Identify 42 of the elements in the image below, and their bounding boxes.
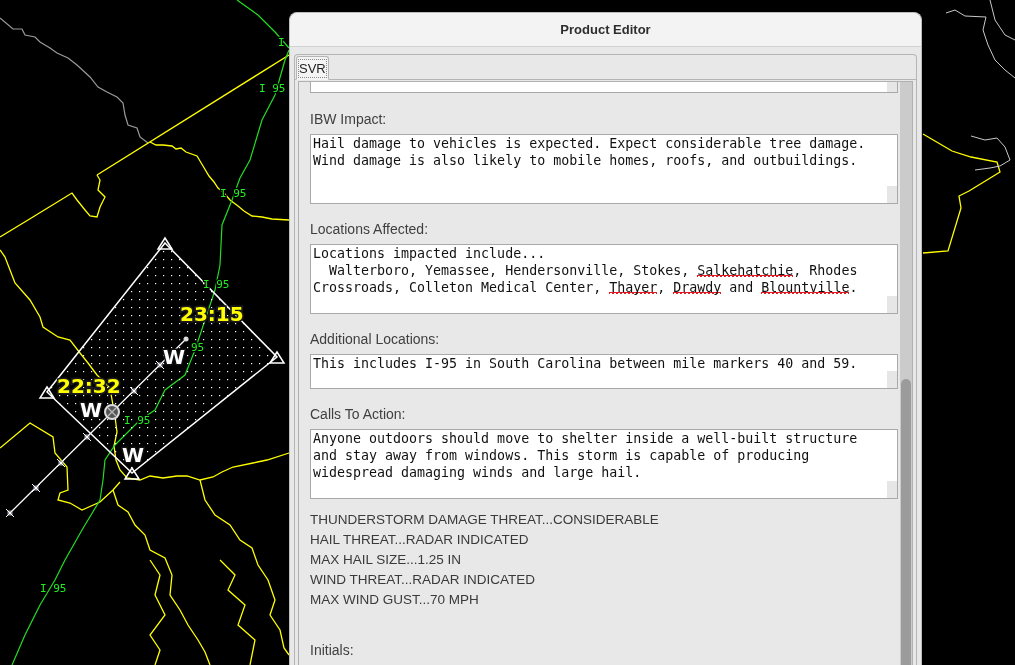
window-title: Product Editor [560,22,651,37]
track-marker-icon [5,508,15,518]
scrollbar-track[interactable] [900,82,912,665]
coastline [970,135,1011,171]
highway-label: I 95 [203,278,230,291]
vertex-handle-icon[interactable] [38,385,56,399]
track-marker-icon [56,458,66,468]
field-label: IBW Impact: [310,110,388,129]
scrollbar-thumb[interactable] [901,379,911,665]
threat-text: HAIL THREAT...RADAR INDICATED [310,531,530,549]
highway-label: I 95 [124,414,151,427]
text-area[interactable]: Locations impacted include... Walterboro, Yemassee, Hendersonville, Stokes, Salkehatchie, Rhodes Crossroads, Colleton Medical Center, Thayer, Drawdy and Blountville. [310,244,898,314]
text-area[interactable]: This includes I-95 in South Carolina between mile markers 40 and 59. [310,354,898,389]
storm-position-icon[interactable] [104,404,120,420]
track-marker-icon [129,386,139,396]
field-label: Initials: [310,641,355,660]
scrollbar-stub[interactable] [887,296,897,313]
track-marker-icon [82,432,92,442]
scrollbar-stub[interactable] [887,371,897,388]
scrollbar-stub[interactable] [887,481,897,498]
text-area[interactable]: Anyone outdoors should move to shelter inside a well-built structure and stay away from windows. This storm is capable of producing widespread damaging winds and large hail. [310,429,898,499]
field-label: Locations Affected: [310,220,430,239]
track-marker-icon [155,360,165,370]
track-end-icon [183,336,189,342]
track-point-label: W [122,443,145,467]
track-point-label: W [80,398,103,422]
vertex-handle-icon[interactable] [268,350,286,364]
text-area[interactable] [310,82,898,93]
highway-label: I [278,36,285,49]
highway-label: I 95 [40,582,67,595]
track-marker-icon [31,483,41,493]
threat-text: MAX HAIL SIZE...1.25 IN [310,551,463,569]
threat-text: MAX WIND GUST...70 MPH [310,591,480,609]
scrollbar-stub[interactable] [887,186,897,203]
vertex-handle-icon[interactable] [123,466,141,480]
text-area[interactable]: Hail damage to vehicles is expected. Expect considerable tree damage. Wind damage is also likely to mobile homes, roofs, and outbuildings. [310,134,898,204]
field-label: Additional Locations: [310,330,441,349]
field-label: Calls To Action: [310,405,407,424]
threat-text: THUNDERSTORM DAMAGE THREAT...CONSIDERABLE [310,511,660,529]
threat-text: WIND THREAT...RADAR INDICATED [310,571,536,589]
vertex-handle-icon[interactable] [156,236,174,250]
tab[interactable]: SVR [296,56,329,80]
